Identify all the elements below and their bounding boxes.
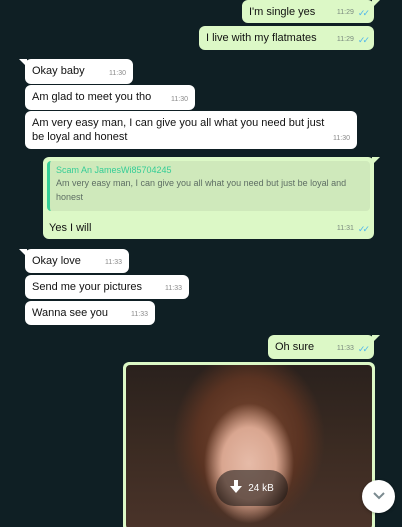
message-text: Okay baby [32,65,85,77]
message-text: Am very easy man, I can give you all wha… [32,117,325,143]
quoted-message[interactable]: Scam An JamesWi85704245 Am very easy man… [47,161,370,211]
message-outgoing-reply[interactable]: Scam An JamesWi85704245 Am very easy man… [43,157,380,239]
message-time: 11:29 [336,36,354,43]
quoted-text: Am very easy man, I can give you all wha… [56,178,347,202]
message-meta: 11:33 ✓✓ [336,342,370,356]
message-meta: 11:30 [109,67,126,81]
download-icon [230,479,243,497]
message-incoming[interactable]: Okay baby 11:30 [19,59,133,84]
message-meta: 11:30 [333,132,350,146]
download-size: 24 kB [248,482,274,494]
message-meta: 11:29 ✓✓ [336,33,370,47]
message-text: Wanna see you [32,307,109,319]
message-time: 11:33 [336,345,354,352]
message-meta: 11:30 [171,93,188,107]
double-check-icon: ✓✓ [357,35,370,45]
message-meta: 11:33 [165,282,182,296]
message-text: Oh sure [275,341,315,353]
message-incoming[interactable]: Am very easy man, I can give you all wha… [25,111,357,149]
message-text: Send me your pictures [32,281,143,293]
chat-area[interactable]: I'm single yes 11:29 ✓✓ I live with my f… [0,0,402,527]
double-check-icon: ✓✓ [357,224,370,234]
image-message[interactable]: 24 kB [123,362,375,527]
message-time: 11:30 [333,135,350,142]
message-incoming[interactable]: Okay love 11:33 [19,249,129,273]
message-text: Okay love [32,255,81,267]
message-time: 11:29 [336,9,354,16]
message-meta: 11:33 [105,256,122,270]
message-time: 11:33 [165,285,182,292]
message-outgoing[interactable]: I live with my flatmates 11:29 ✓✓ [199,26,374,50]
message-text: I live with my flatmates [206,32,317,44]
message-time: 11:30 [109,70,126,77]
double-check-icon: ✓✓ [357,8,370,18]
download-button[interactable]: 24 kB [216,470,288,506]
message-outgoing[interactable]: I'm single yes 11:29 ✓✓ [242,0,380,23]
message-text: Yes I will [49,222,92,234]
message-time: 11:31 [336,225,354,232]
scroll-down-button[interactable] [362,480,395,513]
message-time: 11:30 [171,96,188,103]
blurred-photo[interactable]: 24 kB [126,365,372,527]
message-incoming[interactable]: Wanna see you 11:33 [25,301,155,325]
message-outgoing[interactable]: Oh sure 11:33 ✓✓ [268,335,380,359]
message-meta: 11:33 [131,308,148,322]
quoted-author: Scam An JamesWi85704245 [56,165,172,175]
message-incoming[interactable]: Am glad to meet you tho 11:30 [25,85,195,110]
message-time: 11:33 [105,259,122,266]
chevron-down-icon [372,488,386,506]
double-check-icon: ✓✓ [357,344,370,354]
message-meta: 11:29 ✓✓ [336,6,370,20]
message-time: 11:33 [131,311,148,318]
message-meta: 11:31 ✓✓ [336,222,370,236]
message-incoming[interactable]: Send me your pictures 11:33 [25,275,189,299]
message-text: I'm single yes [249,6,316,18]
message-text: Am glad to meet you tho [32,91,152,103]
